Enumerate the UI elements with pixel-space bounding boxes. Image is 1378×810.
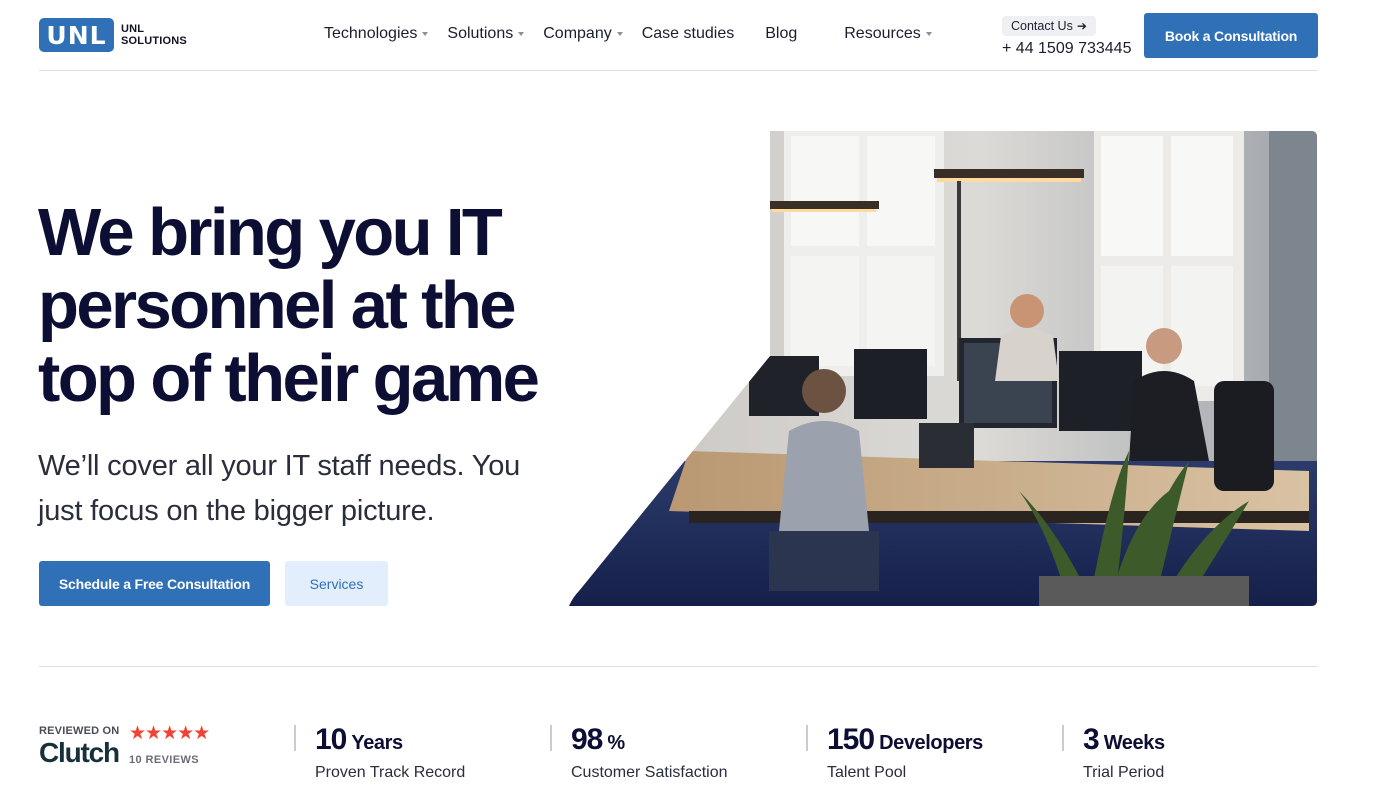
nav-item-label: Resources [844, 25, 921, 42]
section-divider [39, 666, 1318, 667]
nav-item-label: Technologies [324, 25, 418, 42]
book-consultation-button[interactable]: Book a Consultation [1144, 13, 1318, 58]
stat-trial: 3 Weeks Trial Period [1062, 723, 1165, 781]
stat-number: 3 [1083, 723, 1100, 756]
nav-item-label: Blog [765, 25, 798, 42]
stat-label: Proven Track Record [315, 764, 466, 781]
contact-us-link[interactable]: Contact Us ➔ [1002, 16, 1096, 36]
stat-label: Trial Period [1083, 764, 1165, 781]
reviews-count: 10 REVIEWS [129, 754, 200, 766]
nav-item-resources[interactable]: Resources [844, 25, 932, 43]
hero-title-line: We bring you IT [38, 195, 503, 270]
stat-unit: Years [351, 732, 403, 754]
chevron-down-icon [925, 32, 932, 36]
hero-title-line: top of their game [38, 341, 540, 416]
contact-us-label: Contact Us [1011, 19, 1073, 33]
clutch-logo: Clutch [39, 737, 120, 768]
stat-value: 98 % [571, 723, 728, 757]
nav-item-solutions[interactable]: Solutions [447, 25, 525, 43]
nav-item-company[interactable]: Company [543, 25, 623, 43]
nav-item-technologies[interactable]: Technologies [324, 25, 429, 43]
stat-number: 10 [315, 723, 347, 756]
stat-value: 10 Years [315, 723, 465, 757]
company-logo[interactable]: UNL UNL SOLUTIONS [39, 18, 187, 52]
chevron-down-icon [518, 32, 525, 36]
chevron-down-icon [422, 32, 429, 36]
logo-text-line1: UNL [121, 23, 145, 35]
hero-title: We bring you IT personnel at the top of … [38, 196, 638, 415]
stat-value: 3 Weeks [1083, 723, 1165, 757]
nav-item-label: Company [543, 25, 612, 42]
chevron-down-icon [616, 32, 623, 36]
logo-text-line2: SOLUTIONS [121, 35, 187, 47]
hero-title-line: personnel at the [38, 268, 516, 343]
stat-value: 150 Developers [827, 723, 983, 757]
clutch-badge[interactable]: REVIEWED ON Clutch ★★★★★ 10 REVIEWS [39, 724, 210, 768]
star-rating-icon: ★★★★★ [129, 723, 210, 744]
stat-satisfaction: 98 % Customer Satisfaction [550, 723, 728, 781]
stat-label: Talent Pool [827, 764, 907, 781]
hero-office-image [569, 131, 1317, 606]
logo-mark: UNL [39, 18, 114, 52]
nav-item-label: Solutions [447, 25, 514, 42]
stat-unit: % [607, 732, 625, 754]
contact-block: Contact Us ➔ + 44 1509 733445 [1002, 16, 1131, 58]
main-nav: Technologies Solutions Company Case stud… [324, 25, 932, 43]
phone-number[interactable]: + 44 1509 733445 [1002, 40, 1131, 58]
site-header: UNL UNL SOLUTIONS Technologies Solutions… [39, 0, 1318, 71]
schedule-consultation-button[interactable]: Schedule a Free Consultation [39, 561, 270, 606]
clutch-logo-text: Clutch [39, 737, 120, 768]
stat-unit: Weeks [1103, 732, 1165, 754]
nav-item-case-studies[interactable]: Case studies [642, 25, 735, 43]
nav-item-label: Case studies [641, 25, 735, 42]
stat-number: 98 [571, 723, 603, 756]
hero-subtitle: We’ll cover all your IT staff needs. You… [38, 444, 598, 534]
stat-developers: 150 Developers Talent Pool [806, 723, 983, 781]
hero-subtitle-line: just focus on the bigger picture. [38, 495, 435, 527]
services-button[interactable]: Services [285, 561, 388, 606]
stat-number: 150 [827, 723, 875, 756]
reviewed-on-label: REVIEWED ON [39, 725, 120, 737]
stat-unit: Developers [879, 732, 983, 754]
stat-years: 10 Years Proven Track Record [294, 723, 465, 781]
hero-subtitle-line: We’ll cover all your IT staff needs. You [38, 450, 521, 482]
nav-item-blog[interactable]: Blog [765, 25, 797, 43]
logo-text: UNL SOLUTIONS [121, 23, 187, 47]
arrow-right-icon: ➔ [1076, 19, 1087, 33]
stat-label: Customer Satisfaction [571, 764, 728, 781]
